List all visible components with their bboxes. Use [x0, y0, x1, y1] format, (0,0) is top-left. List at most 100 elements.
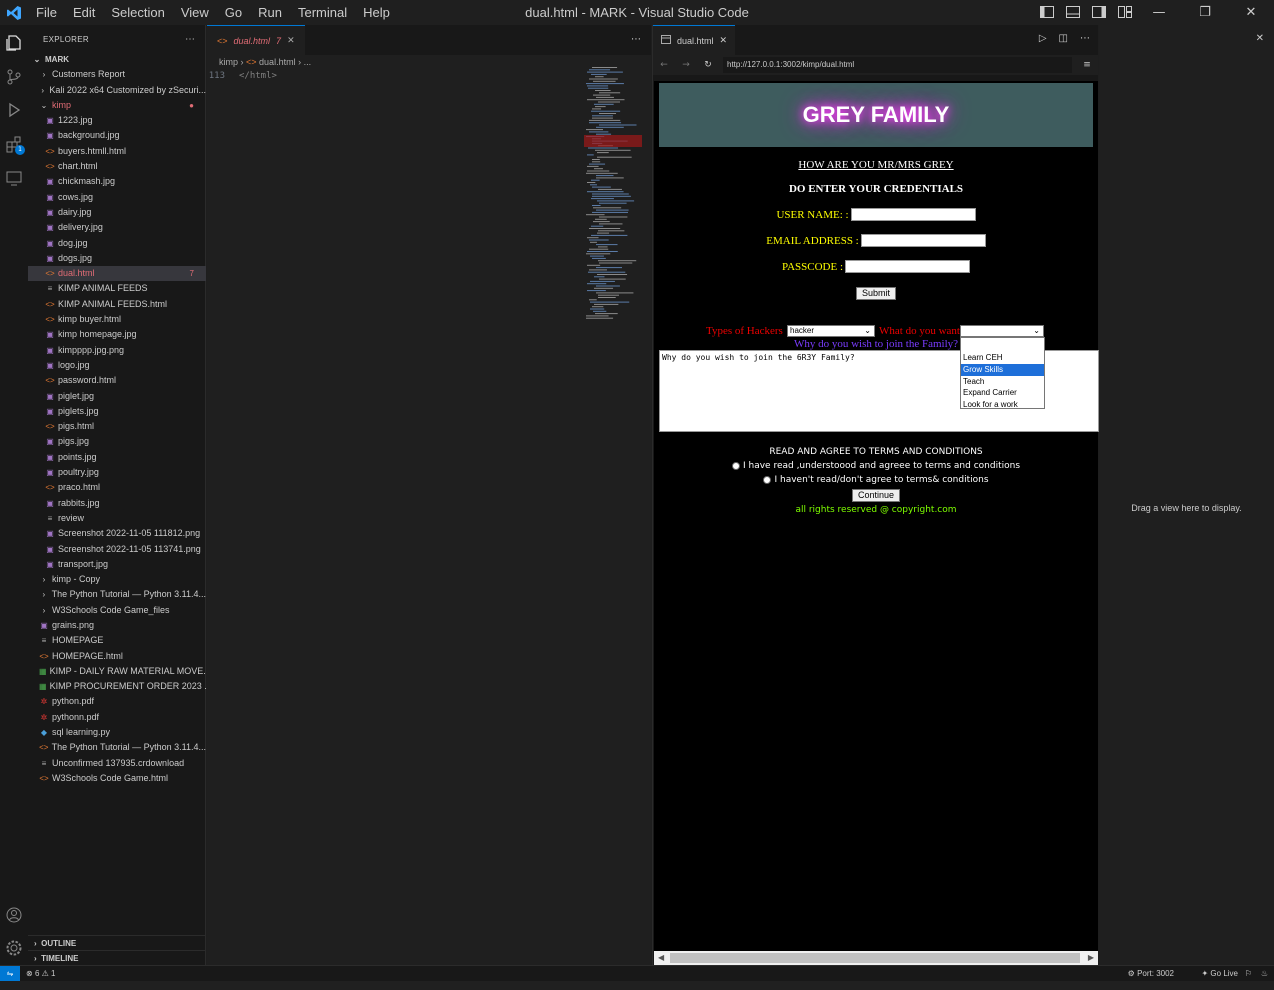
url-field[interactable]: http://127.0.0.1:3002/kimp/dual.html: [723, 57, 1072, 73]
toggle-primary-sidebar-icon[interactable]: [1038, 3, 1056, 21]
menu-item-file[interactable]: File: [28, 0, 65, 25]
email-input[interactable]: [860, 234, 986, 247]
tree-file[interactable]: ✲ pythonn.pdf: [28, 710, 206, 725]
tree-file[interactable]: ▣ points.jpg: [28, 450, 206, 465]
want-select[interactable]: ⌄: [960, 325, 1044, 337]
toggle-panel-icon[interactable]: [1064, 3, 1082, 21]
source-control-icon[interactable]: [3, 66, 25, 88]
tree-file[interactable]: ✲ python.pdf: [28, 694, 206, 709]
reload-icon[interactable]: ↻: [697, 60, 719, 70]
tree-folder[interactable]: › W3Schools Code Game_files: [28, 603, 206, 618]
scroll-thumb[interactable]: [670, 953, 1080, 963]
tree-file[interactable]: ▣ dairy.jpg: [28, 205, 206, 220]
agree-radio-row[interactable]: I have read ,understoood and agreee to t…: [654, 461, 1098, 471]
problems-indicator[interactable]: ⊗ 6 ⚠ 1: [26, 969, 55, 978]
menu-item-terminal[interactable]: Terminal: [290, 0, 355, 25]
minimize-icon[interactable]: —: [1136, 0, 1182, 25]
tree-file[interactable]: ▣ pigs.jpg: [28, 434, 206, 449]
menu-item-help[interactable]: Help: [355, 0, 398, 25]
settings-gear-icon[interactable]: [3, 937, 25, 959]
menu-item-go[interactable]: Go: [217, 0, 250, 25]
toggle-secondary-sidebar-icon[interactable]: [1090, 3, 1108, 21]
tree-file[interactable]: <> dual.html 7: [28, 266, 206, 282]
submit-button[interactable]: Submit: [856, 287, 897, 300]
dropdown-option[interactable]: Grow Skills: [961, 363, 1044, 376]
tree-file[interactable]: ◆ sql learning.py: [28, 725, 206, 740]
tree-file[interactable]: <> buyers.htmll.html: [28, 144, 206, 159]
dropdown-option[interactable]: Learn CEH: [961, 352, 1044, 364]
tree-file[interactable]: ▣ logo.jpg: [28, 358, 206, 373]
tree-file[interactable]: ▣ kimpppp.jpg.png: [28, 343, 206, 358]
tree-file[interactable]: ▣ kimp homepage.jpg: [28, 327, 206, 342]
continue-button[interactable]: Continue: [852, 489, 901, 502]
tree-file[interactable]: ▣ dogs.jpg: [28, 251, 206, 266]
timeline-section[interactable]: › TIMELINE: [28, 950, 206, 965]
breadcrumb-file[interactable]: dual.html: [259, 57, 296, 67]
more-actions-icon[interactable]: ⋯: [185, 34, 195, 45]
scroll-right-icon[interactable]: ▶: [1088, 953, 1094, 962]
tree-file[interactable]: ≡ KIMP ANIMAL FEEDS: [28, 281, 206, 296]
editor-tab-dual-html[interactable]: <> dual.html 7 ✕: [207, 25, 305, 55]
tree-file[interactable]: <> HOMEPAGE.html: [28, 649, 206, 664]
breadcrumb-symbol[interactable]: ...: [304, 57, 312, 67]
close-window-icon[interactable]: ✕: [1228, 0, 1274, 25]
tree-file[interactable]: ▣ delivery.jpg: [28, 220, 206, 235]
remote-indicator-icon[interactable]: ⇋: [0, 965, 20, 982]
tree-file[interactable]: ▦ KIMP - DAILY RAW MATERIAL MOVE...: [28, 664, 206, 679]
menu-item-edit[interactable]: Edit: [65, 0, 103, 25]
tree-file[interactable]: ▣ transport.jpg: [28, 557, 206, 572]
customize-layout-icon[interactable]: [1116, 3, 1134, 21]
passcode-input[interactable]: [845, 260, 971, 273]
tree-file[interactable]: ≡ HOMEPAGE: [28, 633, 206, 648]
tree-folder[interactable]: › Customers Report: [28, 67, 206, 82]
tree-folder[interactable]: › The Python Tutorial — Python 3.11.4...: [28, 587, 206, 602]
tree-folder[interactable]: › Kali 2022 x64 Customized by zSecuri...: [28, 83, 206, 98]
disagree-radio-row[interactable]: I haven't read/don't agree to terms& con…: [654, 475, 1098, 485]
disagree-radio[interactable]: [763, 476, 772, 484]
dropdown-option[interactable]: Expand Carrier: [961, 387, 1044, 399]
want-dropdown-list[interactable]: Learn CEH Grow Skills Teach Expand Carrier L…: [960, 337, 1045, 409]
restore-icon[interactable]: ❐: [1182, 0, 1228, 25]
outline-section[interactable]: › OUTLINE: [28, 935, 206, 950]
tree-file[interactable]: ▣ background.jpg: [28, 128, 206, 143]
scroll-left-icon[interactable]: ◀: [658, 953, 664, 962]
preview-tab[interactable]: dual.html ✕: [653, 25, 736, 55]
accounts-icon[interactable]: [3, 904, 25, 926]
tree-file[interactable]: ▣ rabbits.jpg: [28, 496, 206, 511]
tree-file[interactable]: <> pigs.html: [28, 419, 206, 434]
tree-file[interactable]: ▣ piglets.jpg: [28, 404, 206, 419]
username-input[interactable]: [850, 208, 976, 221]
tree-file[interactable]: ▣ piglet.jpg: [28, 389, 206, 404]
tree-file[interactable]: ▣ 1223.jpg: [28, 113, 206, 128]
hackers-select[interactable]: hacker ⌄: [787, 325, 875, 337]
close-tab-icon[interactable]: ✕: [720, 35, 728, 46]
tree-folder[interactable]: › kimp - Copy: [28, 572, 206, 587]
editor-more-actions-icon[interactable]: ⋯: [631, 34, 641, 45]
notifications-bell-icon[interactable]: ♨: [1261, 969, 1268, 978]
tree-file[interactable]: <> kimp buyer.html: [28, 312, 206, 327]
forward-arrow-icon[interactable]: →: [675, 60, 697, 70]
tree-file[interactable]: ≡ Unconfirmed 137935.crdownload: [28, 756, 206, 771]
more-actions-icon[interactable]: ⋯: [1080, 33, 1090, 44]
explorer-icon[interactable]: [3, 32, 25, 54]
minimap[interactable]: [584, 65, 642, 325]
tree-file[interactable]: <> praco.html: [28, 480, 206, 495]
split-editor-icon[interactable]: ◫: [1059, 33, 1068, 44]
menu-item-run[interactable]: Run: [250, 0, 290, 25]
run-debug-icon[interactable]: [3, 99, 25, 121]
tree-file[interactable]: <> KIMP ANIMAL FEEDS.html: [28, 297, 206, 312]
workspace-root[interactable]: ⌄ MARK: [28, 52, 206, 67]
horizontal-scrollbar[interactable]: ◀ ▶: [654, 951, 1098, 965]
tree-file[interactable]: <> The Python Tutorial — Python 3.11.4...: [28, 740, 206, 755]
remote-explorer-icon[interactable]: [3, 167, 25, 189]
extensions-icon[interactable]: 1: [3, 133, 25, 155]
run-icon[interactable]: ▷: [1039, 33, 1047, 44]
tree-file[interactable]: ▣ grains.png: [28, 618, 206, 633]
tree-file[interactable]: ▣ Screenshot 2022-11-05 113741.png: [28, 542, 206, 557]
tree-file[interactable]: <> chart.html: [28, 159, 206, 174]
tree-file[interactable]: ▣ cows.jpg: [28, 190, 206, 205]
menu-icon[interactable]: ≡: [1076, 60, 1098, 70]
tree-file[interactable]: <> W3Schools Code Game.html: [28, 771, 206, 786]
close-tab-icon[interactable]: ✕: [287, 35, 295, 46]
tree-file[interactable]: ▣ poultry.jpg: [28, 465, 206, 480]
